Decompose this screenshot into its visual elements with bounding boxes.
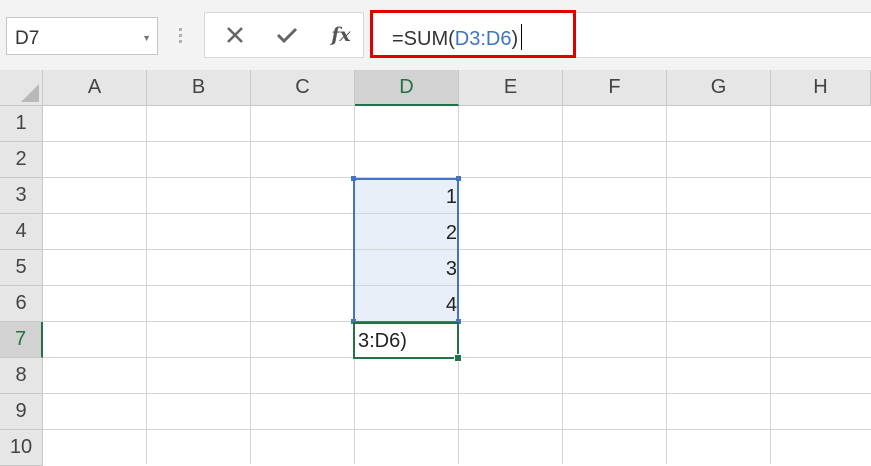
chevron-down-icon[interactable]: ▼	[142, 33, 151, 43]
fill-handle[interactable]	[454, 354, 462, 362]
check-icon[interactable]	[267, 13, 307, 57]
cancel-icon[interactable]	[215, 13, 255, 57]
column-header-g[interactable]: G	[667, 70, 771, 106]
column-header-e[interactable]: E	[459, 70, 563, 106]
referenced-range-border	[353, 178, 459, 323]
select-all-button[interactable]	[0, 70, 43, 106]
active-cell-d7[interactable]: 3:D6)	[353, 322, 459, 359]
row-header-4[interactable]: 4	[0, 214, 43, 250]
column-header-a[interactable]: A	[43, 70, 147, 106]
column-header-d[interactable]: D	[355, 70, 459, 106]
drag-handle-icon[interactable]	[173, 24, 187, 46]
row-header-8[interactable]: 8	[0, 358, 43, 394]
insert-function-icon[interactable]: fx	[321, 13, 361, 57]
range-corner-handle[interactable]	[351, 176, 356, 181]
name-box-value: D7	[15, 28, 40, 49]
gridline	[43, 393, 871, 394]
row-header-10[interactable]: 10	[0, 430, 43, 466]
row-header-9[interactable]: 9	[0, 394, 43, 430]
range-corner-handle[interactable]	[456, 176, 461, 181]
active-cell-text: 3:D6)	[358, 330, 407, 352]
column-header-c[interactable]: C	[251, 70, 355, 106]
column-header-b[interactable]: B	[147, 70, 251, 106]
gridline	[43, 141, 871, 142]
name-box[interactable]: D7 ▼	[6, 17, 158, 55]
row-header-1[interactable]: 1	[0, 106, 43, 142]
row-header-7[interactable]: 7	[0, 322, 43, 358]
select-all-triangle-icon	[21, 84, 39, 102]
row-header-3[interactable]: 3	[0, 178, 43, 214]
column-header-f[interactable]: F	[563, 70, 667, 106]
row-header-2[interactable]: 2	[0, 142, 43, 178]
column-header-h[interactable]: H	[771, 70, 871, 106]
formula-bar-area: D7 ▼ fx =SUM(D3:D6)	[0, 0, 871, 70]
row-header-6[interactable]: 6	[0, 286, 43, 322]
highlight-box	[370, 10, 576, 58]
gridline	[43, 429, 871, 430]
cell-grid[interactable]: 1 2 3 4 3:D6)	[43, 106, 871, 464]
formula-buttons: fx	[204, 12, 364, 58]
row-header-5[interactable]: 5	[0, 250, 43, 286]
